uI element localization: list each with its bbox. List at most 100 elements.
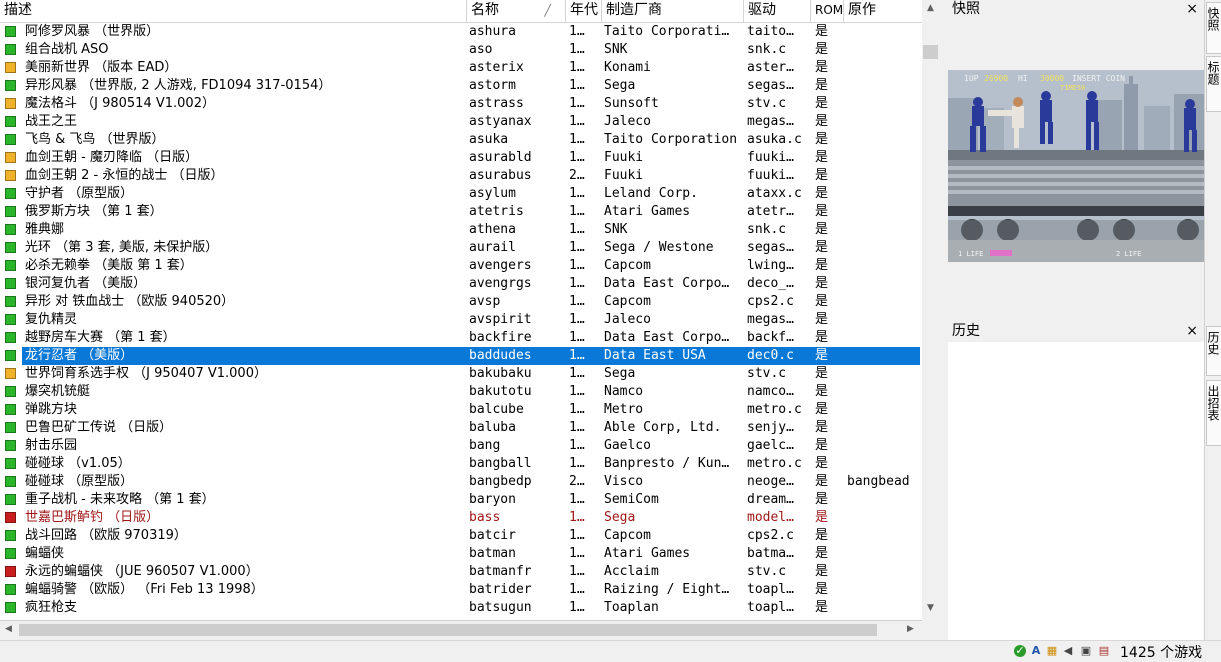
table-row[interactable]: 血剑王朝 2 - 永恒的战士 （日版） asurabus 2… Fuuki fuuki…… — [0, 167, 922, 185]
cell-parent — [847, 437, 921, 455]
table-row[interactable]: 异形风暴 （世界版, 2 人游戏, FD1094 317-0154） astorm… — [0, 77, 922, 95]
game-count: 1425 个游戏 — [1120, 645, 1203, 661]
cell-maker: Jaleco — [604, 114, 651, 129]
table-row[interactable]: 异形 对 铁血战士 （欧版 940520） avsp 1… Capcom cps2.c 是 — [0, 293, 922, 311]
table-row[interactable]: 世界饲育系选手权 （J 950407 V1.000） bakubaku 1… Sega… — [0, 365, 922, 383]
cell-maker: Atari Games — [604, 204, 691, 219]
table-row[interactable]: 世嘉巴斯鲈钓 （日版） bass 1… Sega model… 是 — [0, 509, 922, 527]
column-header-driver[interactable]: 驱动 — [744, 0, 811, 22]
table-row[interactable]: 飞鸟 & 飞鸟 （世界版） asuka 1… Taito Corporation asu… — [0, 131, 922, 149]
table-row[interactable]: 战斗回路 （欧版 970319） batcir 1… Capcom cps2.c 是 — [0, 527, 922, 545]
table-row[interactable]: 银河复仇者 （美版） avengrgs 1… Data East Corpo… deco… — [0, 275, 922, 293]
table-row[interactable]: 俄罗斯方块 （第 1 套） atetris 1… Atari Games atetr… 是 — [0, 203, 922, 221]
cell-maker: Raizing / Eight… — [604, 582, 730, 597]
table-row[interactable]: 蝙蝠骑警 （欧版） （Fri Feb 13 1998） batrider 1… Rai… — [0, 581, 922, 599]
history-text-area[interactable] — [948, 342, 1204, 640]
cell-rom: 是 — [815, 240, 829, 255]
cell-rom: 是 — [815, 60, 829, 75]
table-row[interactable]: 疯狂枪支 batsugun 1… Toaplan toapl… 是 — [0, 599, 922, 617]
column-header-label: 年代 — [570, 2, 598, 18]
scroll-down-arrow-icon[interactable]: ▼ — [922, 603, 939, 613]
table-row[interactable]: 阿修罗风暴 （世界版） ashura 1… Taito Corporati… taito… — [0, 23, 922, 41]
cell-maker: Sega — [604, 366, 636, 381]
cell-year: 1… — [569, 276, 585, 291]
cell-driver: namco… — [747, 384, 794, 399]
cell-driver: deco_… — [747, 276, 794, 291]
snapshot-close-icon[interactable]: × — [1186, 0, 1198, 18]
table-row[interactable]: 蝙蝠侠 batman 1… Atari Games batma… 是 — [0, 545, 922, 563]
table-row[interactable]: 美丽新世界 （版本 EAD） asterix 1… Konami aster… 是 — [0, 59, 922, 77]
cell-parent — [847, 581, 921, 599]
cell-driver: gaelc… — [747, 438, 794, 453]
table-row[interactable]: 血剑王朝 - 魔刃降临 （日版） asurabld 1… Fuuki fuuki… 是 — [0, 149, 922, 167]
column-header-manufacturer[interactable]: 制造厂商 — [602, 0, 744, 22]
table-row[interactable]: 守护者 （原型版） asylum 1… Leland Corp. ataxx.c 是 — [0, 185, 922, 203]
table-row[interactable]: 永远的蝙蝠侠 （JUE 960507 V1.000） batmanfr 1… Accl… — [0, 563, 922, 581]
horizontal-scrollbar[interactable]: ◀ ▶ — [0, 620, 922, 638]
cell-year: 1… — [569, 204, 585, 219]
status-green-icon — [5, 422, 16, 433]
table-row[interactable]: 射击乐园 bang 1… Gaelco gaelc… 是 — [0, 437, 922, 455]
table-row[interactable]: 组合战机 ASO aso 1… SNK snk.c 是 — [0, 41, 922, 59]
table-row[interactable]: 战王之王 astyanax 1… Jaleco megas… 是 — [0, 113, 922, 131]
status-green-icon — [5, 134, 16, 145]
column-header-description[interactable]: 描述 — [0, 0, 467, 22]
cell-parent — [847, 59, 921, 77]
cell-year: 1… — [569, 60, 585, 75]
table-row[interactable]: 爆突机铳艇 bakutotu 1… Namco namco… 是 — [0, 383, 922, 401]
cell-year: 1… — [569, 222, 585, 237]
cell-year: 1… — [569, 42, 585, 57]
scroll-right-arrow-icon[interactable]: ▶ — [902, 624, 919, 634]
table-row[interactable]: 弹跳方块 balcube 1… Metro metro.c 是 — [0, 401, 922, 419]
cell-description: 战斗回路 （欧版 970319） — [25, 528, 187, 543]
tab-move-list[interactable]: 出招表 — [1206, 380, 1221, 446]
game-list[interactable]: 描述 名称 ╱ 年代 制造厂商 驱动 ROM 原作 阿修罗风暴 （世界版） ashu… — [0, 0, 922, 620]
tab-title[interactable]: 标题 — [1206, 56, 1221, 112]
history-close-icon[interactable]: × — [1186, 322, 1198, 340]
horizontal-scroll-thumb[interactable] — [19, 624, 877, 636]
cell-name: batrider — [469, 582, 532, 597]
column-header-parent[interactable]: 原作 — [844, 0, 922, 22]
scroll-up-arrow-icon[interactable]: ▲ — [922, 3, 939, 13]
table-row[interactable]: 碰碰球 （v1.05） bangball 1… Banpresto / Kun… met… — [0, 455, 922, 473]
scroll-left-arrow-icon[interactable]: ◀ — [0, 624, 17, 634]
cell-maker: Sega — [604, 78, 636, 93]
table-row[interactable]: 碰碰球 （原型版） bangbedp 2… Visco neoge… 是 bangbead — [0, 473, 922, 491]
cell-driver: backf… — [747, 330, 794, 345]
column-header-year[interactable]: 年代 — [566, 0, 602, 22]
tab-snapshot[interactable]: 快照 — [1206, 2, 1221, 54]
tab-history[interactable]: 历史 — [1206, 326, 1221, 376]
cell-name: asuka — [469, 132, 509, 147]
table-row[interactable]: 魔法格斗 （J 980514 V1.002） astrass 1… Sunsoft st… — [0, 95, 922, 113]
cell-driver: metro.c — [747, 402, 802, 417]
table-row[interactable]: 必杀无赖拳 （美版 第 1 套） avengers 1… Capcom lwing… 是 — [0, 257, 922, 275]
table-row[interactable]: 复仇精灵 avspirit 1… Jaleco megas… 是 — [0, 311, 922, 329]
side-tab-strip: 快照 标题 历史 出招表 — [1204, 0, 1221, 640]
column-header-rom[interactable]: ROM — [811, 0, 844, 22]
table-row[interactable]: 光环 （第 3 套, 美版, 未保护版） aurail 1… Sega / Westo… — [0, 239, 922, 257]
cell-maker: Atari Games — [604, 546, 691, 561]
vertical-scrollbar[interactable]: ▲ ▼ — [922, 0, 939, 620]
status-green-icon — [5, 440, 16, 451]
table-row[interactable]: 越野房车大赛 （第 1 套） backfire 1… Data East Corpo…… — [0, 329, 922, 347]
cell-parent — [847, 311, 921, 329]
status-green-icon — [5, 242, 16, 253]
table-row[interactable]: 重子战机 - 未来攻略 （第 1 套） baryon 1… SemiCom dream…… — [0, 491, 922, 509]
cell-description: 复仇精灵 — [25, 312, 78, 327]
status-green-icon — [5, 206, 16, 217]
cell-year: 1… — [569, 438, 585, 453]
table-row[interactable]: 巴鲁巴矿工传说 （日版） baluba 1… Able Corp, Ltd. senjy… — [0, 419, 922, 437]
column-header-name[interactable]: 名称 ╱ — [467, 0, 566, 22]
cell-maker: Banpresto / Kun… — [604, 456, 730, 471]
cell-name: bangbedp — [469, 474, 532, 489]
cell-description: 组合战机 ASO — [25, 42, 109, 57]
vertical-scroll-thumb[interactable] — [923, 45, 938, 59]
table-row[interactable]: 雅典娜 athena 1… SNK snk.c 是 — [0, 221, 922, 239]
status-green-icon — [5, 224, 16, 235]
speaker-icon: ◀ — [1063, 644, 1073, 657]
cell-name: baryon — [469, 492, 516, 507]
cell-year: 1… — [569, 330, 585, 345]
list-header: 描述 名称 ╱ 年代 制造厂商 驱动 ROM 原作 — [0, 0, 922, 23]
table-row-selected[interactable]: 龙行忍者 （美版） baddudes 1… Data East USA dec0.c 是 — [0, 347, 922, 365]
cell-driver: megas… — [747, 114, 794, 129]
